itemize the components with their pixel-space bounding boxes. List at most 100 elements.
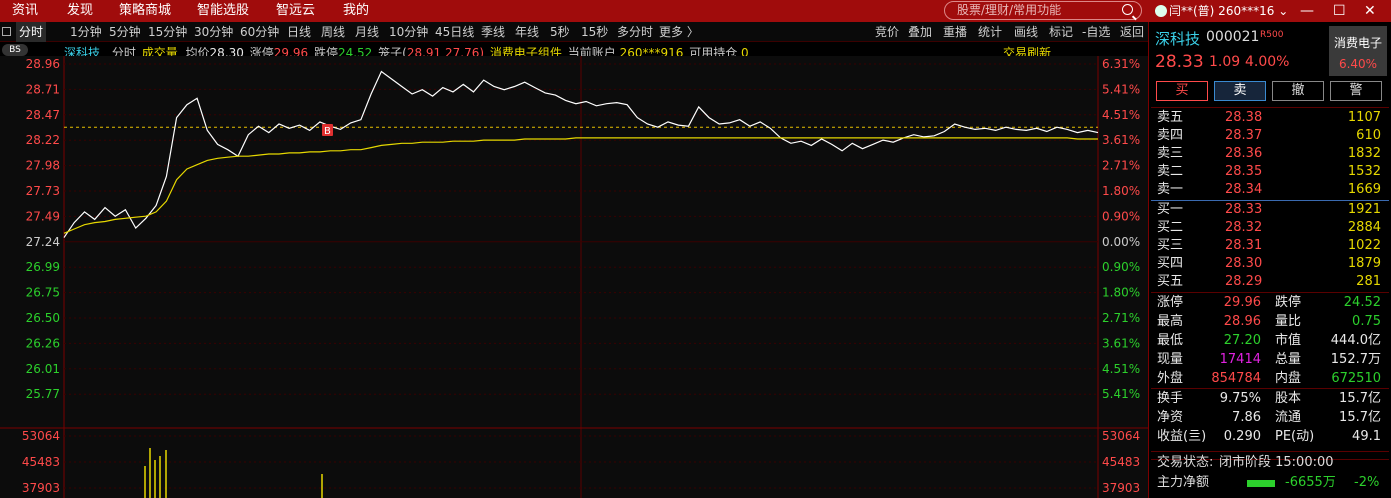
tab-15min[interactable]: 15分钟 bbox=[148, 22, 187, 42]
tab-5sec[interactable]: 5秒 bbox=[550, 22, 570, 42]
bid-level-label: 买三 bbox=[1157, 238, 1184, 253]
close-button[interactable]: ✕ bbox=[1364, 0, 1376, 22]
trade-status: 闭市阶段 15:00:00 bbox=[1219, 455, 1334, 470]
ask-level-label: 卖四 bbox=[1157, 128, 1184, 143]
y-pct-label: 5.41% bbox=[1102, 387, 1140, 401]
tab-60min[interactable]: 60分钟 bbox=[240, 22, 279, 42]
stat-value: 24.52 bbox=[1343, 295, 1381, 310]
stat-value: 854784 bbox=[1211, 371, 1261, 386]
ask-volume: 1107 bbox=[1347, 110, 1381, 125]
bid-volume: 2884 bbox=[1347, 220, 1381, 235]
y-pct-label: 1.80% bbox=[1102, 286, 1140, 300]
tab-10min[interactable]: 10分钟 bbox=[389, 22, 428, 42]
tab-timeshare[interactable]: 分时 bbox=[16, 22, 47, 42]
bs-toggle[interactable]: BS bbox=[2, 44, 28, 56]
tab-monthly[interactable]: 月线 bbox=[355, 22, 379, 42]
stat-label: 现量 bbox=[1157, 352, 1184, 367]
y-pct-label: 0.00% bbox=[1102, 235, 1140, 249]
tab-5min[interactable]: 5分钟 bbox=[109, 22, 141, 42]
chart-background bbox=[0, 56, 1148, 498]
price-change: 1.09 bbox=[1209, 54, 1241, 70]
tab-multi-timeshare[interactable]: 多分时 bbox=[617, 22, 653, 42]
tab-yearly[interactable]: 年线 bbox=[515, 22, 539, 42]
y-pct-label: 3.61% bbox=[1102, 133, 1140, 147]
tab-30min[interactable]: 30分钟 bbox=[194, 22, 233, 42]
bid-price: 28.30 bbox=[1225, 256, 1263, 271]
search-icon[interactable] bbox=[1122, 4, 1133, 15]
volume-tick-label-right: 45483 bbox=[1102, 455, 1140, 469]
divider bbox=[1151, 451, 1389, 452]
cancel-order-button[interactable]: 撤 bbox=[1272, 81, 1324, 101]
tab-daily[interactable]: 日线 bbox=[287, 22, 311, 42]
buy-button[interactable]: 买 bbox=[1156, 81, 1208, 101]
timeshare-chart[interactable]: 28.96 6.31% 28.71 5.41% 28.47 4.51% 28.22 3.61%… bbox=[0, 56, 1148, 498]
y-tick-label: 26.75 bbox=[26, 286, 60, 300]
y-tick-label: 26.26 bbox=[26, 336, 60, 350]
menu-news[interactable]: 资讯 bbox=[12, 0, 38, 22]
menu-zhiyuan-cloud[interactable]: 智远云 bbox=[276, 0, 315, 22]
y-pct-label: 2.71% bbox=[1102, 311, 1140, 325]
divider bbox=[1151, 292, 1389, 293]
tool-auction[interactable]: 竞价 bbox=[875, 22, 899, 42]
tab-more[interactable]: 更多 〉 bbox=[659, 22, 699, 42]
tool-mark[interactable]: 标记 bbox=[1049, 22, 1073, 42]
stat-value: 672510 bbox=[1331, 371, 1381, 386]
divider bbox=[1151, 107, 1389, 108]
chevron-down-icon[interactable]: ⌄ bbox=[1278, 4, 1288, 18]
quote-panel: 深科技 000021 R500 消费电子 6.40% 28.33 1.09 4.… bbox=[1148, 22, 1391, 498]
stat-label: 市值 bbox=[1275, 333, 1302, 348]
tool-overlay[interactable]: 叠加 bbox=[908, 22, 932, 42]
ask-price: 28.35 bbox=[1225, 164, 1263, 179]
y-tick-label: 28.47 bbox=[26, 108, 60, 122]
y-tick-label: 27.49 bbox=[26, 209, 60, 223]
tab-45day[interactable]: 45日线 bbox=[435, 22, 474, 42]
bid-level-label: 买四 bbox=[1157, 256, 1184, 271]
stat-label: 量比 bbox=[1275, 314, 1302, 329]
stat-label: 外盘 bbox=[1157, 371, 1184, 386]
bid-volume: 281 bbox=[1356, 274, 1381, 289]
sell-button[interactable]: 卖 bbox=[1214, 81, 1266, 101]
tab-15sec[interactable]: 15秒 bbox=[581, 22, 608, 42]
menu-mine[interactable]: 我的 bbox=[343, 0, 369, 22]
menu-discover[interactable]: 发现 bbox=[67, 0, 93, 22]
stat-value: 7.86 bbox=[1232, 410, 1261, 425]
tool-draw[interactable]: 画线 bbox=[1014, 22, 1038, 42]
stat-value: 0.290 bbox=[1223, 429, 1261, 444]
stat-label: 总量 bbox=[1275, 352, 1302, 367]
period-toolbar: 分时 1分钟 5分钟 15分钟 30分钟 60分钟 日线 周线 月线 10分钟 … bbox=[0, 22, 1148, 42]
trade-status-label: 交易状态: bbox=[1157, 455, 1214, 470]
ask-level-label: 卖三 bbox=[1157, 146, 1184, 161]
y-tick-label: 26.99 bbox=[26, 260, 60, 274]
panel-stock-code: 000021 bbox=[1206, 29, 1260, 45]
tab-quarterly[interactable]: 季线 bbox=[481, 22, 505, 42]
maximize-button[interactable]: ☐ bbox=[1333, 0, 1346, 22]
menu-strategy-mall[interactable]: 策略商城 bbox=[119, 0, 171, 22]
panel-stock-name: 深科技 bbox=[1155, 30, 1201, 48]
sector-box[interactable]: 消费电子 6.40% bbox=[1329, 26, 1387, 76]
menu-smart-pick[interactable]: 智能选股 bbox=[197, 0, 249, 22]
tool-back[interactable]: 返回 bbox=[1120, 22, 1144, 42]
minimize-button[interactable]: — bbox=[1300, 0, 1314, 22]
collapse-icon[interactable] bbox=[2, 27, 11, 36]
stat-value: 28.96 bbox=[1223, 314, 1261, 329]
stat-label: 收益(亖) bbox=[1157, 429, 1207, 444]
stat-value: 27.20 bbox=[1223, 333, 1261, 348]
bid-price: 28.32 bbox=[1225, 220, 1263, 235]
y-tick-label: 26.50 bbox=[26, 311, 60, 325]
tool-replay[interactable]: 重播 bbox=[943, 22, 967, 42]
tab-weekly[interactable]: 周线 bbox=[321, 22, 345, 42]
tab-1min[interactable]: 1分钟 bbox=[70, 22, 102, 42]
tool-remove-watch[interactable]: -自选 bbox=[1082, 22, 1110, 42]
tool-stats[interactable]: 统计 bbox=[978, 22, 1002, 42]
bid-price: 28.31 bbox=[1225, 238, 1263, 253]
volume-tick-label: 37903 bbox=[22, 481, 60, 495]
stat-label: 最低 bbox=[1157, 333, 1184, 348]
sector-name: 消费电子 bbox=[1333, 36, 1382, 50]
y-pct-label: 1.80% bbox=[1102, 184, 1140, 198]
y-tick-label: 28.22 bbox=[26, 133, 60, 147]
user-account[interactable]: 闫**(普) 260***16 ⌄ bbox=[1155, 0, 1288, 22]
alert-button[interactable]: 警 bbox=[1330, 81, 1382, 101]
main-flow-pct: -2% bbox=[1354, 475, 1380, 490]
stat-label: PE(动) bbox=[1275, 429, 1315, 444]
search-input[interactable]: 股票/理财/常用功能 bbox=[944, 1, 1142, 20]
